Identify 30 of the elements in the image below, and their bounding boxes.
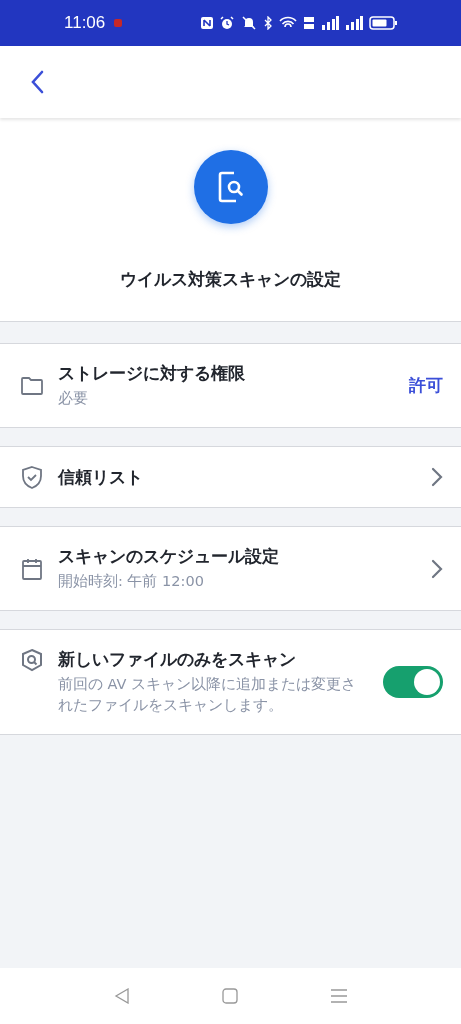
calendar-icon	[20, 556, 44, 581]
shield-check-icon	[20, 465, 44, 489]
app-notification-icon	[113, 18, 124, 28]
toggle-switch[interactable]	[383, 666, 443, 698]
file-search-icon	[193, 150, 268, 224]
setting-title: 信頼リスト	[58, 465, 144, 489]
bluetooth-icon	[264, 16, 273, 30]
alarm-icon	[220, 16, 234, 30]
volte-icon	[303, 16, 315, 30]
setting-title: スキャンのスケジュール設定	[58, 545, 280, 568]
back-nav-icon[interactable]	[113, 988, 130, 1004]
signal-icon	[321, 16, 339, 30]
setting-title: ストレージに対する権限	[58, 362, 246, 385]
shield-search-icon	[20, 648, 44, 672]
chevron-right-icon	[431, 558, 443, 579]
battery-icon	[369, 16, 397, 30]
chevron-right-icon	[431, 467, 443, 487]
page-title: ウイルス対策スキャンの設定	[120, 268, 341, 291]
mute-icon	[240, 16, 258, 30]
setting-description: 必要	[58, 389, 89, 408]
setting-title: 新しいファイルのみをスキャン	[58, 648, 297, 671]
home-nav-icon[interactable]	[221, 988, 238, 1004]
setting-description: 開始時刻: 午前 12:00	[58, 572, 205, 591]
menu-icon[interactable]	[329, 988, 348, 1004]
setting-description: 前回の AV スキャン以降に追加または変更されたファイルをスキャンします。	[58, 675, 358, 715]
nfc-icon	[200, 16, 214, 30]
clock: 11:06	[64, 13, 106, 33]
allow-button[interactable]: 許可	[409, 374, 443, 397]
wifi-icon	[279, 16, 297, 30]
signal-icon	[345, 16, 363, 30]
